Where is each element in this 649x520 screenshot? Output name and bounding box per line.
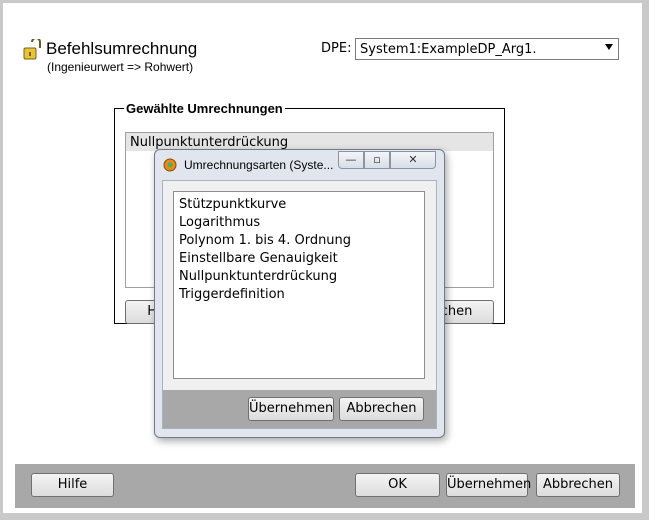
- page-subtitle: (Ingenieurwert => Rohwert): [47, 60, 194, 74]
- dpe-select[interactable]: System1:ExampleDP_Arg1.: [355, 38, 619, 60]
- list-item[interactable]: Nullpunktunterdrückung: [179, 269, 424, 287]
- dpe-select-value: System1:ExampleDP_Arg1.: [360, 42, 537, 57]
- dialog-title: Umrechnungsarten (Syste...: [184, 158, 334, 172]
- chevron-down-icon[interactable]: [605, 44, 613, 50]
- list-item[interactable]: Einstellbare Genauigkeit: [179, 251, 424, 269]
- group-legend: Gewählte Umrechnungen: [126, 101, 283, 116]
- cancel-button[interactable]: Abbrechen: [536, 473, 620, 497]
- lock-open-icon: [23, 39, 41, 60]
- close-icon[interactable]: ✕: [390, 151, 436, 169]
- ok-button[interactable]: OK: [355, 473, 440, 497]
- list-item[interactable]: Stützpunktkurve: [179, 197, 424, 215]
- apply-button[interactable]: Übernehmen: [446, 473, 531, 497]
- minimize-icon[interactable]: —: [338, 151, 364, 169]
- footer-bar: Hilfe OK Übernehmen Abbrechen: [15, 464, 635, 508]
- dialog-footer: Übernehmen Abbrechen: [163, 390, 436, 428]
- maximize-icon[interactable]: ▫: [364, 151, 390, 169]
- page-title: Befehlsumrechnung: [46, 39, 198, 58]
- conversion-types-dialog: Umrechnungsarten (Syste... — ▫ ✕ Stützpu…: [154, 149, 445, 438]
- list-item[interactable]: Polynom 1. bis 4. Ordnung: [179, 233, 424, 251]
- help-button[interactable]: Hilfe: [31, 473, 114, 497]
- dpe-label: DPE:: [321, 41, 352, 56]
- dialog-client: Stützpunktkurve Logarithmus Polynom 1. b…: [162, 180, 437, 429]
- conversion-types-list[interactable]: Stützpunktkurve Logarithmus Polynom 1. b…: [173, 191, 425, 379]
- list-item[interactable]: Triggerdefinition: [179, 287, 424, 305]
- dialog-apply-button[interactable]: Übernehmen: [248, 397, 334, 421]
- app-icon: [163, 158, 177, 172]
- list-item[interactable]: Logarithmus: [179, 215, 424, 233]
- dialog-titlebar[interactable]: Umrechnungsarten (Syste... — ▫ ✕: [155, 150, 444, 180]
- dialog-cancel-button[interactable]: Abbrechen: [339, 397, 424, 421]
